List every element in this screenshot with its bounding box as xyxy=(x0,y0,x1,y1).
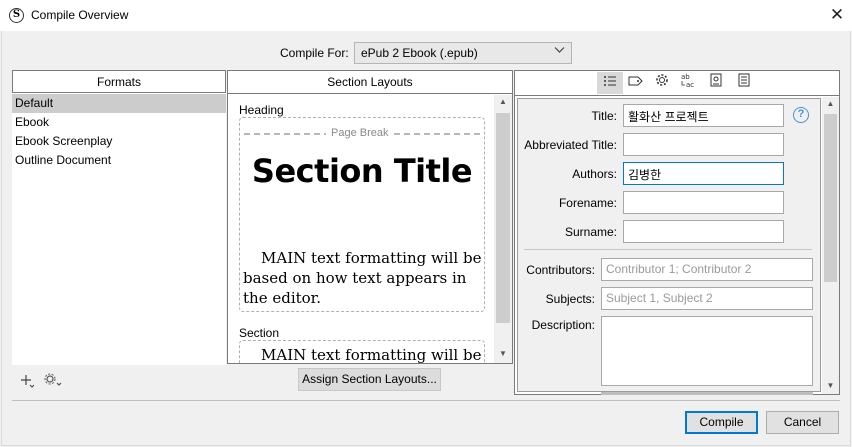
formats-panel: Formats Default Ebook Ebook Screenplay O… xyxy=(12,70,226,365)
compile-button[interactable]: Compile xyxy=(685,411,758,434)
list-icon[interactable] xyxy=(597,72,623,94)
scroll-up-icon[interactable]: ▲ xyxy=(822,99,839,108)
contributors-field[interactable]: Contributor 1; Contributor 2 xyxy=(601,258,813,281)
close-icon[interactable]: ✕ xyxy=(826,4,848,26)
surname-label: Surname: xyxy=(564,225,617,239)
section-layout-label: Section xyxy=(239,326,280,340)
title-label: Title: xyxy=(591,109,617,123)
authors-label: Authors: xyxy=(572,167,617,181)
image-icon[interactable] xyxy=(703,72,729,94)
section-layouts-header: Section Layouts xyxy=(228,71,512,94)
description-field[interactable] xyxy=(601,316,813,386)
scroll-up-icon[interactable]: ▲ xyxy=(494,97,512,106)
section-layouts-scrollbar[interactable]: ▲ ▼ xyxy=(494,95,512,363)
window-title: Compile Overview xyxy=(31,8,129,22)
contributors-label: Contributors: xyxy=(526,263,595,277)
format-item-ebook[interactable]: Ebook xyxy=(12,113,226,132)
subjects-field[interactable]: Subject 1, Subject 2 xyxy=(601,287,813,310)
section-title-preview: Section Title xyxy=(251,152,473,190)
abbreviated-title-field[interactable] xyxy=(623,133,784,156)
compile-for-value: ePub 2 Ebook (.epub) xyxy=(361,46,478,60)
scrollbar-thumb[interactable] xyxy=(824,114,837,282)
text-replace-icon[interactable]: ab ac xyxy=(675,72,701,94)
add-format-icon[interactable] xyxy=(20,374,35,391)
page-break-label: Page Break xyxy=(326,127,394,139)
surname-field[interactable] xyxy=(623,220,784,243)
format-item-ebook-screenplay[interactable]: Ebook Screenplay xyxy=(12,132,226,151)
compile-for-select[interactable]: ePub 2 Ebook (.epub) xyxy=(354,42,572,64)
tag-icon[interactable] xyxy=(623,72,649,94)
format-options-gear-icon[interactable] xyxy=(44,373,62,390)
formats-header: Formats xyxy=(12,70,226,93)
heading-layout-label: Heading xyxy=(239,103,284,117)
forename-field[interactable] xyxy=(623,191,784,214)
scroll-down-icon[interactable]: ▼ xyxy=(822,381,839,390)
subjects-placeholder: Subject 1, Subject 2 xyxy=(606,291,713,305)
heading-body-preview: MAIN text formatting will be based on ho… xyxy=(243,249,482,307)
assign-section-layouts-button[interactable]: Assign Section Layouts... xyxy=(298,368,441,391)
form-divider xyxy=(524,249,812,250)
footer-divider xyxy=(12,400,840,401)
section-body-preview: MAIN text formatting will be xyxy=(261,346,482,364)
document-icon[interactable] xyxy=(731,72,757,94)
gear-icon[interactable] xyxy=(649,72,675,94)
title-field[interactable]: 활화산 프로젝트 xyxy=(623,104,784,127)
scroll-down-icon[interactable]: ▼ xyxy=(494,349,512,358)
next-field-edge xyxy=(601,392,813,395)
abbreviated-title-label: Abbreviated Title: xyxy=(524,138,617,152)
metadata-tab-bar: ab ac xyxy=(515,71,839,96)
app-icon: S xyxy=(9,8,24,23)
compile-for-label: Compile For: xyxy=(280,46,349,60)
svg-text:ab: ab xyxy=(681,73,690,81)
description-label: Description: xyxy=(531,318,595,332)
subjects-label: Subjects: xyxy=(545,292,595,306)
metadata-scrollbar[interactable]: ▲ ▼ xyxy=(822,97,839,394)
chevron-down-icon xyxy=(554,46,565,57)
authors-field[interactable]: 김병한 xyxy=(623,162,784,185)
scrollbar-thumb[interactable] xyxy=(496,113,510,323)
format-item-outline-document[interactable]: Outline Document xyxy=(12,151,226,170)
format-item-default[interactable]: Default xyxy=(12,94,226,113)
contributors-placeholder: Contributor 1; Contributor 2 xyxy=(606,262,752,276)
forename-label: Forename: xyxy=(558,196,617,210)
help-icon[interactable]: ? xyxy=(793,107,809,123)
svg-text:ac: ac xyxy=(686,81,694,88)
cancel-button[interactable]: Cancel xyxy=(766,411,839,434)
